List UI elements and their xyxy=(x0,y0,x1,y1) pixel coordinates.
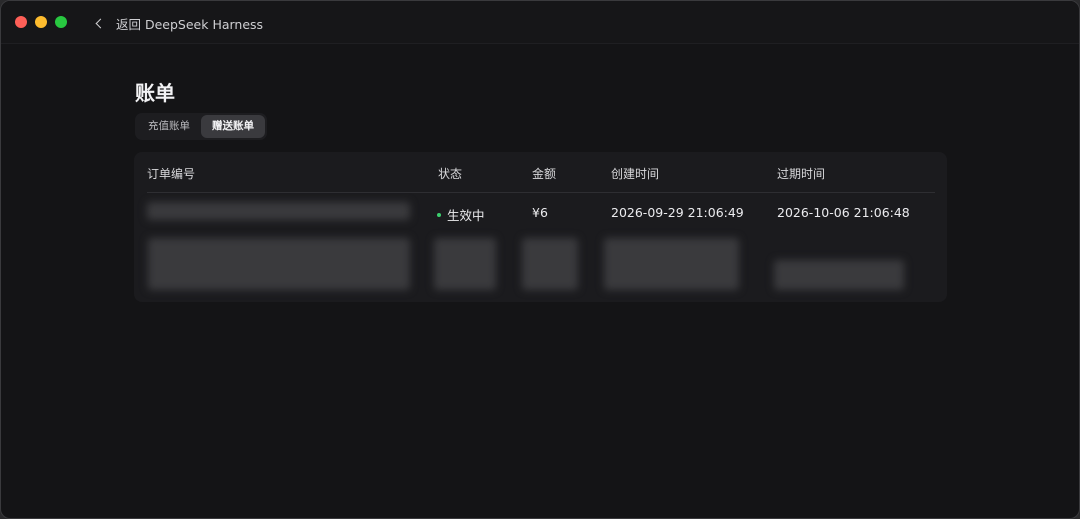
status-badge: 生效中 xyxy=(447,208,485,223)
tab-gift-bills[interactable]: 赠送账单 xyxy=(201,115,265,138)
tab-recharge-bills[interactable]: 充值账单 xyxy=(137,115,201,138)
status-active-dot-icon xyxy=(437,212,441,217)
header-divider xyxy=(147,192,935,193)
created-time-cell: 2026-09-29 21:06:49 xyxy=(611,205,744,220)
back-label: 返回 DeepSeek Harness xyxy=(116,16,264,32)
expire-time-cell: 2026-10-06 21:06:48 xyxy=(777,205,910,220)
back-button[interactable]: 返回 DeepSeek Harness xyxy=(93,13,263,33)
amount-cell: ¥6 xyxy=(532,205,548,220)
close-window-button[interactable] xyxy=(15,16,27,28)
column-header-amount: 金额 xyxy=(532,167,557,181)
column-header-created-time: 创建时间 xyxy=(611,167,660,181)
title-bar: 返回 DeepSeek Harness xyxy=(1,1,1079,44)
bill-type-tabs: 充值账单 赠送账单 xyxy=(135,113,267,140)
minimize-window-button[interactable] xyxy=(35,16,47,28)
column-header-status: 状态 xyxy=(438,167,463,181)
maximize-window-button[interactable] xyxy=(55,16,67,28)
page-title: 账单 xyxy=(135,81,175,105)
chevron-left-icon xyxy=(95,18,106,28)
redacted-cell xyxy=(774,260,904,290)
bills-table: 订单编号 状态 金额 创建时间 过期时间 生效中 ¥6 2026-09-29 2… xyxy=(134,152,947,302)
redacted-order-id xyxy=(147,202,410,220)
app-window: 返回 DeepSeek Harness 账单 充值账单 赠送账单 订单编号 状态… xyxy=(0,0,1080,519)
column-header-order-id: 订单编号 xyxy=(147,167,196,181)
redacted-cell xyxy=(522,238,578,290)
redacted-cell xyxy=(604,238,739,290)
status-cell: 生效中 xyxy=(437,205,485,224)
redacted-cell xyxy=(148,238,410,290)
redacted-cell xyxy=(434,238,496,290)
column-header-expire-time: 过期时间 xyxy=(777,167,826,181)
